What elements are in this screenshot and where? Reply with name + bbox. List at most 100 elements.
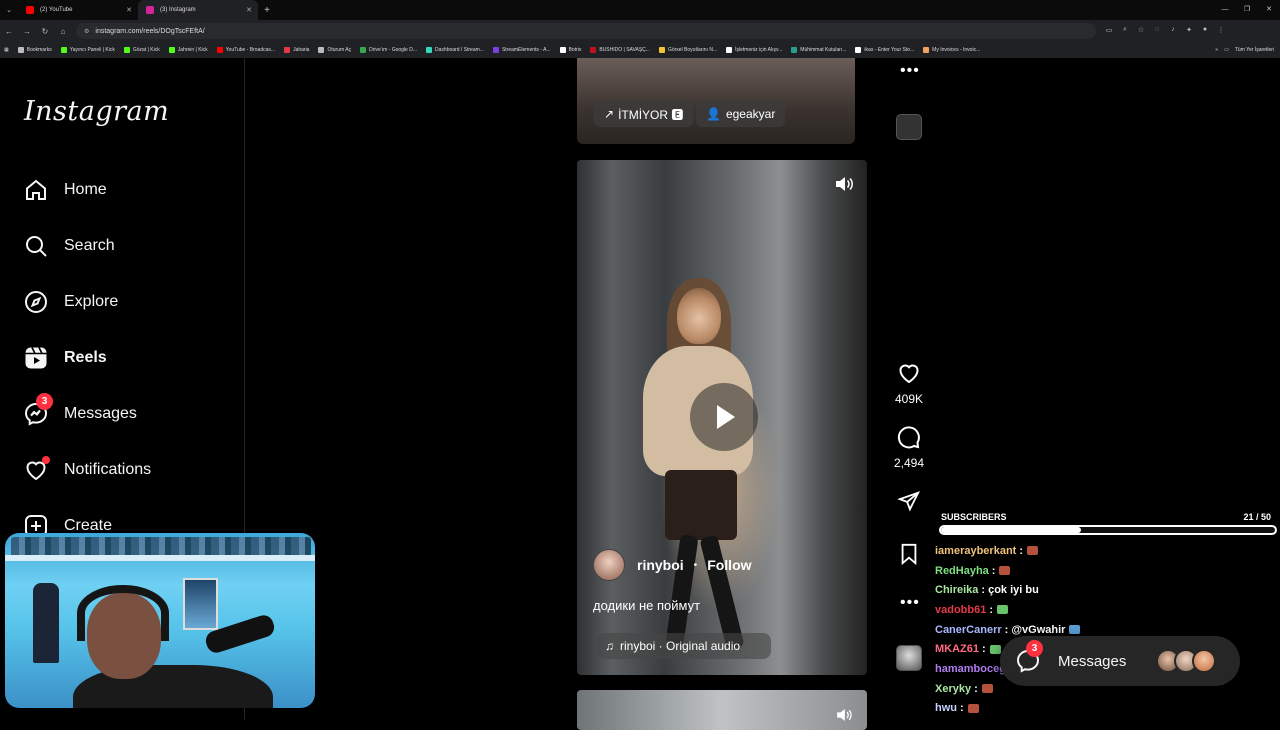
bookmark-item[interactable]: My Invoices - Invoic... [923,47,980,53]
new-tab-icon[interactable]: + [258,5,276,16]
tab-youtube[interactable]: (2) YouTube ✕ [18,0,138,20]
bookmark-favicon-icon [726,47,733,53]
messages-label: Messages [1058,652,1127,670]
extension-icon[interactable]: ◌ [1152,26,1162,36]
reel-tag-chip[interactable]: ↗ İTMİYOR 🅴 [594,101,694,127]
close-tab-icon[interactable]: ✕ [126,6,132,14]
like-button[interactable] [895,361,923,390]
reel-next[interactable] [577,690,867,730]
bookmark-item[interactable]: Drive'ım - Google D... [360,47,417,53]
zoom-icon[interactable]: ⌕ [1120,26,1130,36]
extension-toolbar: ▭ ⌕ ☆ ◌ ♪ ✦ ● ⋮ [1104,26,1226,36]
cast-icon[interactable]: ▭ [1104,26,1114,36]
chat-username[interactable]: hwu [935,702,957,714]
share-button[interactable] [895,490,923,517]
bookmark-item[interactable]: ikas - Enter Your Sto... [855,47,914,53]
heart-icon [24,456,50,482]
reel-previous[interactable]: ↗ İTMİYOR 🅴 👤 egeakyar [577,58,855,144]
bookmark-item[interactable]: BUSHIDO | SAVAŞÇ... [590,47,650,53]
comment-button[interactable] [895,426,923,455]
reel-caption[interactable]: додики не поймут [593,598,700,613]
site-info-icon[interactable]: ⚙ [84,28,89,35]
bookmark-item[interactable]: Bookmarks [17,47,52,53]
chat-username[interactable]: CanerCanerr [935,624,1002,636]
bookmark-item[interactable]: Gözat | Kick [123,47,160,53]
messages-badge: 3 [1026,640,1043,657]
more-options-icon[interactable]: ••• [900,62,920,80]
bookmark-item[interactable]: Oturum Aç [318,47,351,53]
chat-username[interactable]: iamerayberkant [935,545,1016,557]
chat-username[interactable]: MKAZ61 [935,643,979,655]
tab-search-icon[interactable]: ⌄ [0,6,18,14]
chat-username[interactable]: RedHayha [935,565,989,577]
bookmark-item[interactable]: Dashboard / Stream... [426,47,484,53]
stream-chat: iamerayberkant: RedHayha: Chireika: çok iyi… [935,541,1275,718]
sidebar-item-home[interactable]: Home [24,175,107,205]
bookmarks-bar: ▦ Bookmarks Yayıncı Paneli | Kick Gözat … [0,42,1280,58]
close-window-icon[interactable]: ✕ [1258,0,1280,20]
star-icon[interactable]: ☆ [1136,26,1146,36]
chat-username[interactable]: Xeryky [935,683,971,695]
sidebar-item-notifications[interactable]: Notifications [24,455,151,485]
bookmark-item[interactable]: StreamElements - A... [492,47,551,53]
profile-avatar-icon[interactable]: ● [1200,26,1210,36]
bookmark-item[interactable]: Görsel Boyutlarını N... [658,47,717,53]
menu-kebab-icon[interactable]: ⋮ [1216,26,1226,36]
user-icon: 👤 [706,107,721,121]
sidebar-item-search[interactable]: Search [24,231,115,261]
bookmark-item[interactable]: Mühimmat Kutuları... [791,47,846,53]
all-bookmarks[interactable]: » ▭ Tüm Yer İşaretleri [1209,42,1274,58]
bookmark-favicon-icon [923,47,930,53]
reload-icon[interactable]: ↻ [36,27,54,36]
bookmark-favicon-icon [318,47,325,53]
bookmark-item[interactable]: YouTube - Broadcas... [216,47,275,53]
media-icon[interactable]: ♪ [1168,26,1178,36]
close-tab-icon[interactable]: ✕ [246,6,252,14]
puzzle-icon[interactable]: ✦ [1184,26,1194,36]
sidebar-item-explore[interactable]: Explore [24,287,118,317]
play-button[interactable] [690,383,758,451]
messages-popup-button[interactable]: 3 Messages [1000,636,1240,686]
audio-thumbnail[interactable] [896,645,922,671]
chat-colon: : [960,702,964,715]
instagram-logo[interactable]: Instagram [24,96,169,127]
instagram-favicon-icon [146,6,154,14]
reel-user-chip[interactable]: 👤 egeakyar [696,101,786,127]
bookmark-item[interactable]: İşletmeniz için Alışv... [726,47,782,53]
bookmark-icon [901,543,917,566]
audio-label: rinyboi · Original audio [620,639,741,653]
tab-instagram[interactable]: (3) Instagram ✕ [138,0,258,20]
chat-username[interactable]: vadobb61 [935,604,986,616]
bookmark-favicon-icon [216,47,223,53]
restore-icon[interactable]: ❐ [1236,0,1258,20]
more-options-icon[interactable]: ••• [900,594,920,612]
sidebar-item-label: Notifications [64,461,152,478]
minimize-icon[interactable]: — [1214,0,1236,20]
sidebar-item-messages[interactable]: 3 Messages [24,393,137,429]
audio-chip[interactable]: ♫ rinyboi · Original audio [597,633,771,659]
back-icon[interactable]: ← [0,27,18,36]
follow-button[interactable]: Follow [707,557,751,573]
chat-username[interactable]: Chireika [935,584,978,596]
bookmark-favicon-icon [855,47,862,53]
forward-icon[interactable]: → [18,27,36,36]
bookmark-item[interactable]: Jaharia [284,47,309,53]
address-bar[interactable]: ⚙ instagram.com/reels/DOgTscFEftA/ [76,23,1096,39]
apps-icon[interactable]: ▦ [4,47,9,53]
volume-icon[interactable] [835,177,853,191]
save-button[interactable] [895,542,923,571]
home-browser-icon[interactable]: ⌂ [54,27,72,36]
chat-message: RedHayha: [935,561,1275,581]
bookmark-item[interactable]: Yayıncı Paneli | Kick [60,47,115,53]
sidebar-item-reels[interactable]: Reels [24,343,107,373]
author-name[interactable]: rinyboi [637,557,684,573]
chevron-right-icon: » [1215,47,1219,53]
chat-colon: : [991,564,996,577]
author-avatar[interactable] [593,549,625,581]
chat-username[interactable]: hamamboceg [935,663,1006,675]
audio-thumbnail[interactable] [896,114,922,140]
bookmark-item[interactable]: Botrix [559,47,581,53]
sidebar-item-label: Explore [64,293,119,310]
messenger-icon: 3 [24,393,53,426]
bookmark-item[interactable]: Jahrein | Kick [168,47,208,53]
